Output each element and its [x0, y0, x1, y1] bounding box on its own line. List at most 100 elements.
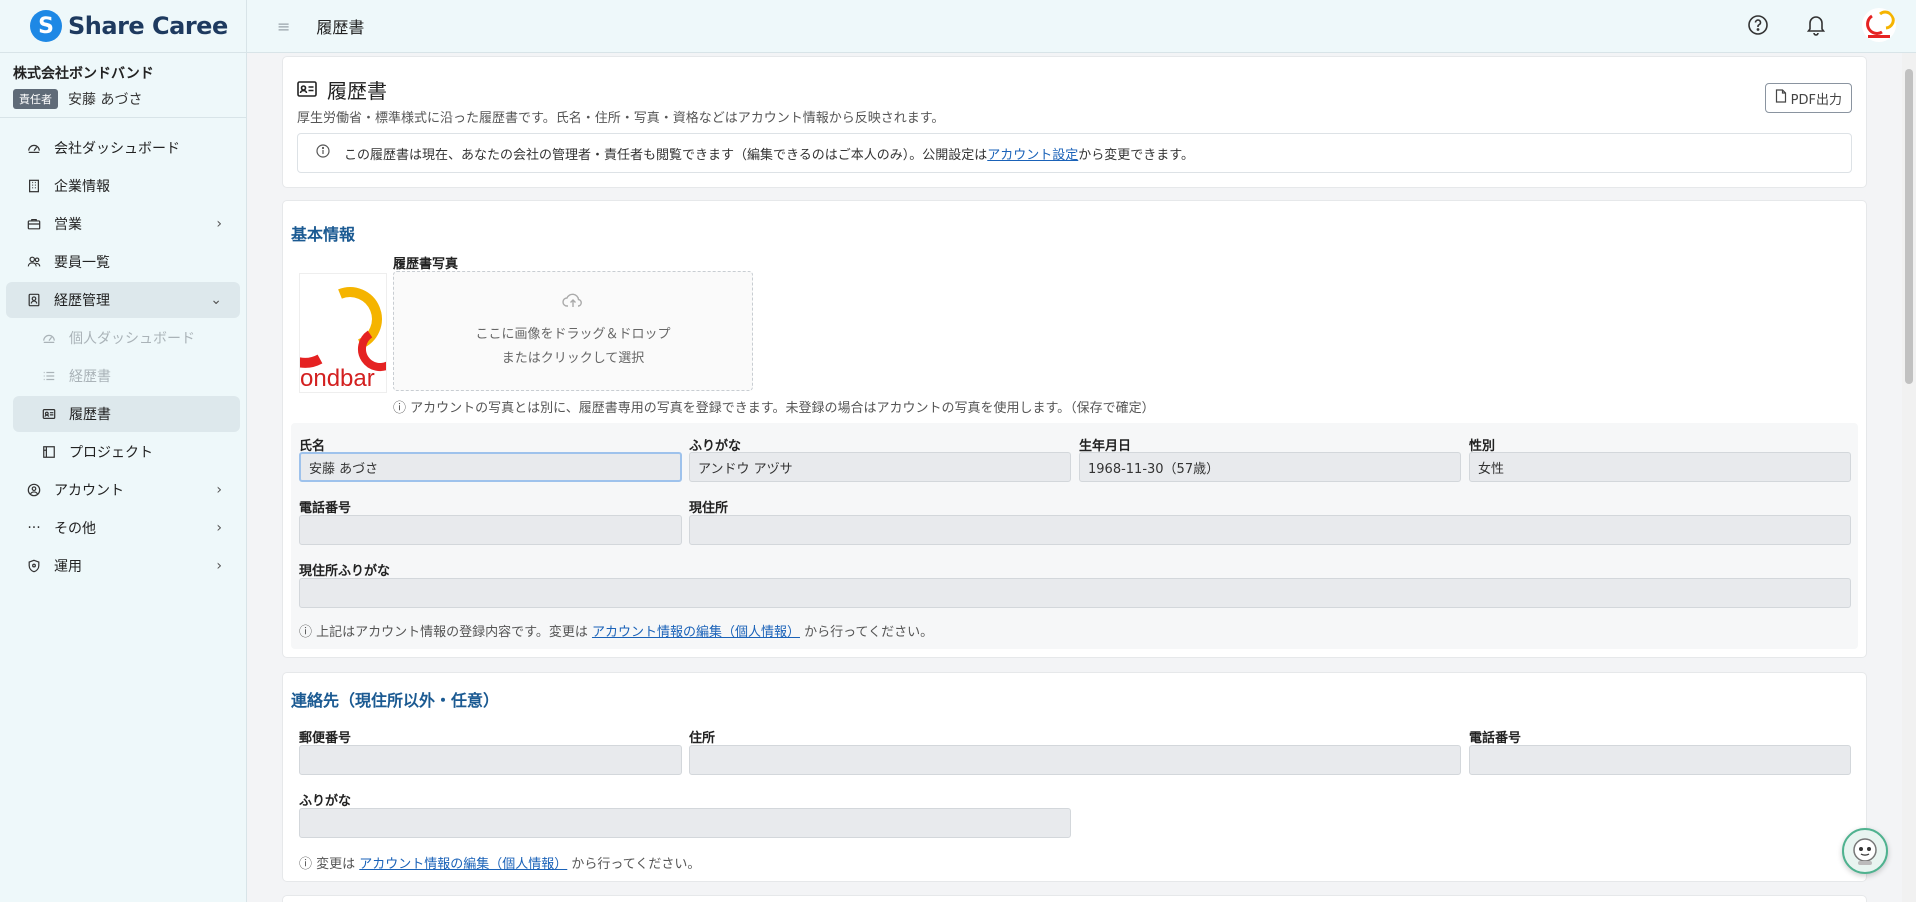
chatbot-button[interactable] [1842, 828, 1888, 874]
furigana-field[interactable]: アンドウ アヅサ [689, 452, 1071, 482]
sidebar-item-label: 企業情報 [54, 179, 110, 195]
sidebar-item-company-info[interactable]: 企業情報 [6, 168, 240, 204]
chevron-right-icon: › [216, 558, 222, 574]
chevron-right-icon: › [216, 520, 222, 536]
shield-icon [26, 558, 42, 574]
sidebar-item-career-sheet[interactable]: 経歴書 [13, 358, 240, 394]
chevron-down-icon: ⌄ [210, 292, 222, 308]
postal-label: 郵便番号 [299, 731, 352, 746]
cloud-upload-icon [562, 292, 584, 317]
building-icon [26, 178, 42, 194]
notice-text-after: から変更できます。 [1078, 147, 1194, 163]
sidebar-item-label: アカウント [54, 483, 124, 499]
project-icon [41, 444, 57, 460]
name-field[interactable]: 安藤 あづさ [299, 452, 682, 482]
address-furigana-field[interactable] [299, 578, 1851, 608]
sidebar-item-career-management[interactable]: 経歴管理 ⌄ [6, 282, 240, 318]
card-description: 厚生労働省・標準様式に沿った履歴書です。氏名・住所・写真・資格などはアカウント情… [297, 111, 945, 126]
sidebar-nav: 会社ダッシュボード 企業情報 営業 › 要員一覧 経歴管理 ⌄ 個人ダッシュボー… [0, 118, 246, 584]
basic-info-card: 基本情報 ondbar 履歴書写真 ここに画像をドラッグ＆ドロップ またはクリッ… [283, 201, 1866, 657]
section-title: 基本情報 [291, 225, 356, 244]
logo-icon: S [30, 10, 62, 42]
contact-phone-label: 電話番号 [1469, 731, 1522, 746]
note-text-after: から行ってください。 [567, 857, 701, 872]
sidebar-item-label: 経歴管理 [54, 293, 110, 309]
edit-account-link[interactable]: アカウント情報の編集（個人情報） [592, 625, 800, 640]
id-card-icon [297, 78, 317, 102]
sidebar-item-sales[interactable]: 営業 › [6, 206, 240, 242]
robot-icon [1853, 838, 1877, 865]
sidebar: S Share Caree 株式会社ボンドバンド 責任者 安藤 あづさ 会社ダッ… [0, 0, 247, 902]
contact-furigana-field[interactable] [299, 808, 1071, 838]
sidebar-item-label: 要員一覧 [54, 255, 110, 271]
contact-address-field[interactable] [689, 745, 1461, 775]
sidebar-item-label: 会社ダッシュボード [54, 141, 180, 157]
photo-thumb-text: ondbar [300, 365, 375, 392]
scrollbar[interactable] [1902, 53, 1916, 902]
app-logo[interactable]: S Share Caree [0, 0, 246, 53]
notice-text: この履歴書は現在、あなたの会社の管理者・責任者も閲覧できます（編集できるのはご本… [344, 147, 988, 163]
main-content: 履歴書 厚生労働省・標準様式に沿った履歴書です。氏名・住所・写真・資格などはアカ… [247, 53, 1916, 902]
birthdate-field[interactable]: 1968-11-30（57歳） [1079, 452, 1461, 482]
top-bar: ≡ 履歴書 [247, 0, 1916, 53]
people-icon [26, 254, 42, 270]
gender-field[interactable]: 女性 [1469, 452, 1851, 482]
sidebar-item-label: 経歴書 [69, 369, 111, 385]
address-field[interactable] [689, 515, 1851, 545]
account-info-note: ⓘ 上記はアカウント情報の登録内容です。変更は アカウント情報の編集（個人情報）… [299, 621, 933, 640]
sidebar-item-personal-dashboard[interactable]: 個人ダッシュボード [13, 320, 240, 356]
contact-note: ⓘ 変更は アカウント情報の編集（個人情報） から行ってください。 [299, 853, 700, 872]
sidebar-item-label: 運用 [54, 559, 82, 575]
card-title: 履歴書 [327, 79, 387, 103]
account-settings-link[interactable]: アカウント設定 [987, 144, 1078, 163]
resume-photo-thumbnail: ondbar [299, 273, 387, 393]
sidebar-item-resume[interactable]: 履歴書 [13, 396, 240, 432]
chevron-right-icon: › [216, 482, 222, 498]
sidebar-item-label: 履歴書 [69, 407, 111, 423]
sidebar-item-account[interactable]: アカウント › [6, 472, 240, 508]
visibility-notice: この履歴書は現在、あなたの会社の管理者・責任者も閲覧できます（編集できるのはご本… [297, 133, 1852, 173]
menu-icon[interactable]: ≡ [277, 17, 290, 36]
postal-field[interactable] [299, 745, 682, 775]
help-icon[interactable] [1746, 13, 1770, 37]
sidebar-item-label: プロジェクト [69, 445, 153, 461]
contact-phone-field[interactable] [1469, 745, 1851, 775]
list-icon [41, 368, 57, 384]
id-card-icon [41, 406, 57, 422]
sidebar-item-label: その他 [54, 521, 96, 537]
chevron-right-icon: › [216, 216, 222, 232]
page-title: 履歴書 [316, 18, 365, 37]
avatar[interactable] [1862, 8, 1896, 42]
resume-header-card: 履歴書 厚生労働省・標準様式に沿った履歴書です。氏名・住所・写真・資格などはアカ… [283, 57, 1866, 187]
photo-dropzone[interactable]: ここに画像をドラッグ＆ドロップ またはクリックして選択 [393, 271, 753, 391]
more-icon: ··· [27, 520, 41, 536]
dashboard-icon [41, 330, 57, 346]
sidebar-item-label: 営業 [54, 217, 82, 233]
user-circle-icon [26, 482, 42, 498]
dropzone-subtext: またはクリックして選択 [501, 350, 645, 366]
pdf-export-button[interactable]: PDF出力 [1764, 83, 1852, 113]
sidebar-item-project[interactable]: プロジェクト [13, 434, 240, 470]
scrollbar-thumb[interactable] [1905, 69, 1913, 384]
briefcase-icon [26, 216, 42, 232]
company-name: 株式会社ボンドバンド [13, 66, 154, 82]
id-card-icon [26, 292, 42, 308]
photo-label: 履歴書写真 [393, 257, 459, 272]
role-badge: 責任者 [13, 89, 58, 109]
sidebar-item-company-dashboard[interactable]: 会社ダッシュボード [6, 130, 240, 166]
dropzone-text: ここに画像をドラッグ＆ドロップ [475, 326, 671, 342]
contact-address-label: 住所 [689, 731, 716, 746]
sidebar-item-members[interactable]: 要員一覧 [6, 244, 240, 280]
sidebar-item-other[interactable]: ··· その他 › [6, 510, 240, 546]
info-icon [316, 144, 330, 162]
note-text: ⓘ 変更は [299, 857, 360, 872]
contact-card: 連絡先（現住所以外・任意） 郵便番号 住所 電話番号 ふりがな ⓘ 変更は アカ… [283, 673, 1866, 881]
company-info: 株式会社ボンドバンド 責任者 安藤 あづさ [0, 53, 246, 118]
phone-field[interactable] [299, 515, 682, 545]
note-text-after: から行ってください。 [799, 625, 934, 640]
note-text: ⓘ 上記はアカウント情報の登録内容です。変更は [299, 625, 592, 640]
logo-text: Share Caree [68, 12, 228, 40]
bell-icon[interactable] [1804, 13, 1828, 37]
edit-account-link[interactable]: アカウント情報の編集（個人情報） [359, 857, 567, 872]
sidebar-item-operation[interactable]: 運用 › [6, 548, 240, 584]
